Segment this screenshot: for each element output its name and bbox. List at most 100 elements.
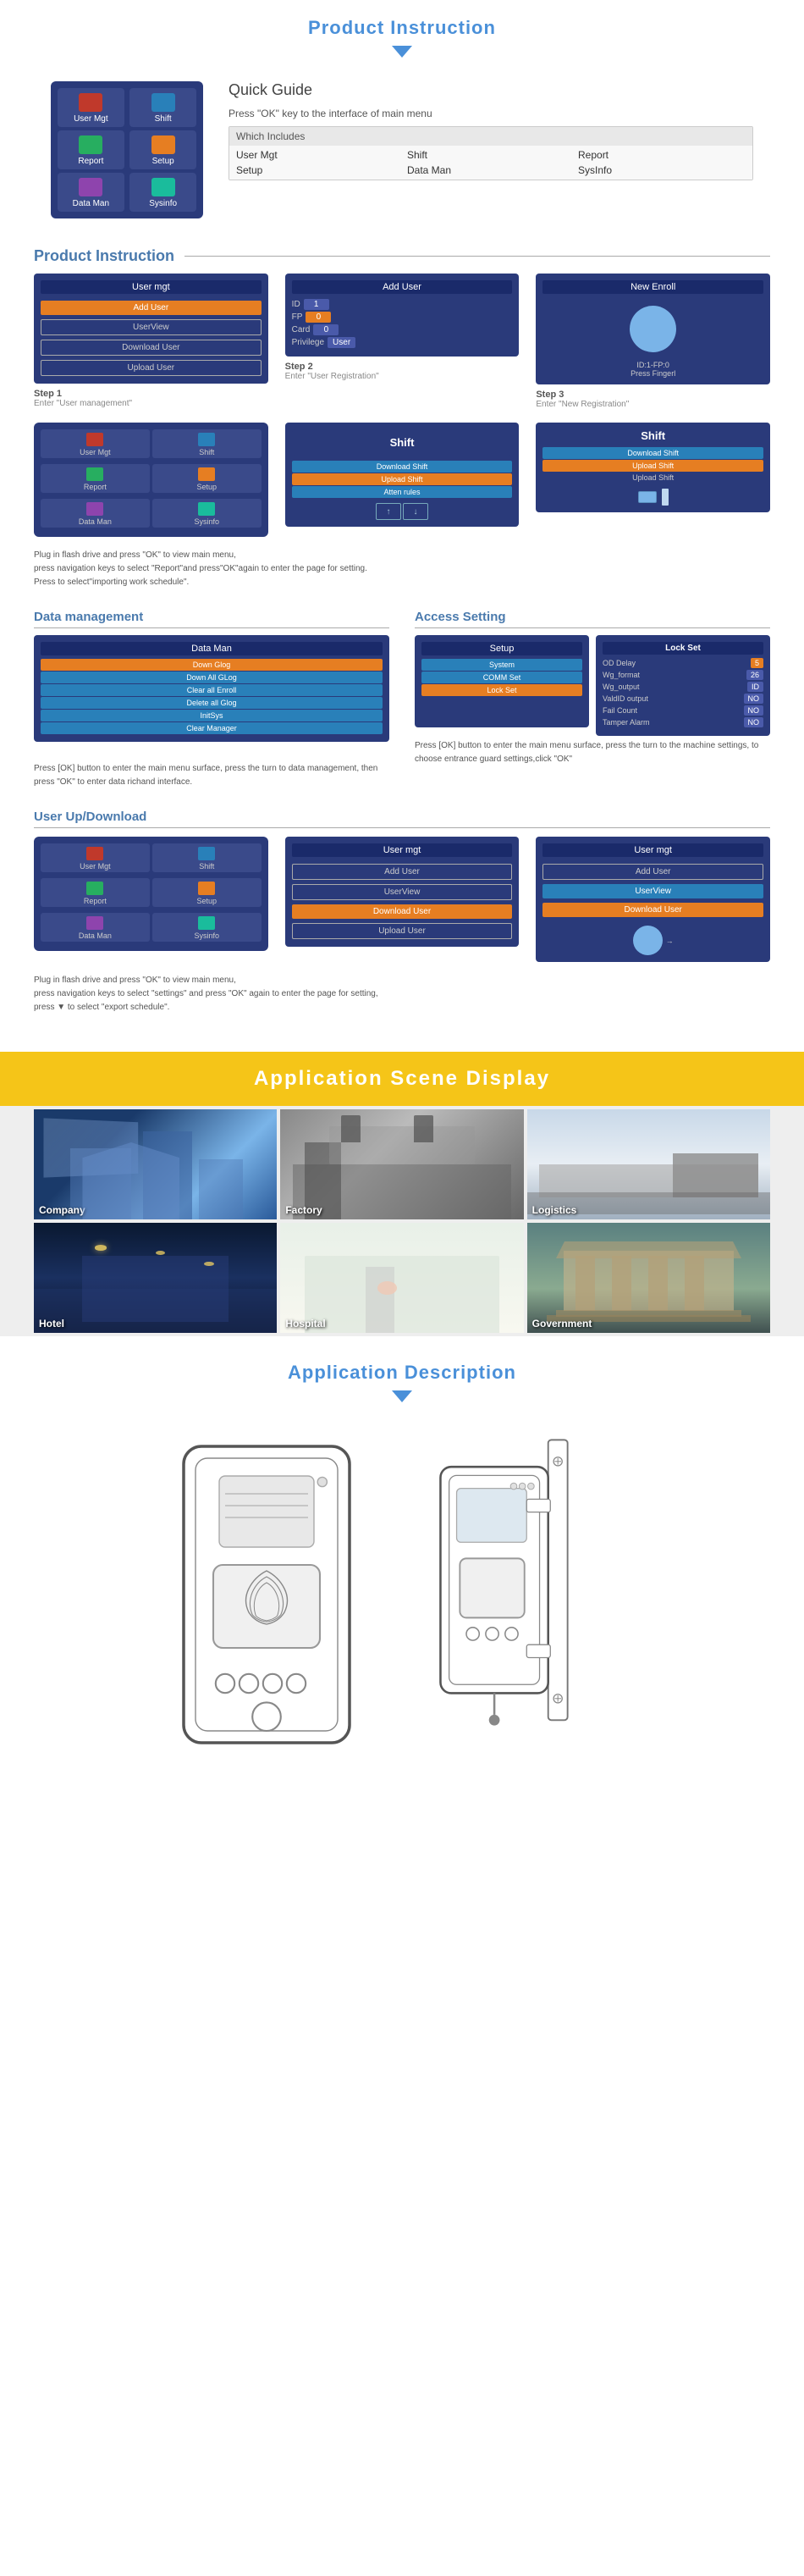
scene-label-hospital: Hospital <box>285 1318 325 1329</box>
field-privilege: Privilege User <box>292 337 513 348</box>
step-1-screen-title: User mgt <box>41 280 262 294</box>
user-menu-sysinfo: Sysinfo <box>152 913 262 942</box>
menu-icon-grid: User Mgt Shift <box>41 429 262 458</box>
shift-screen-1: Shift Download Shift Upload Shift Atten … <box>285 423 520 527</box>
shift-arrows: ↑ ↓ <box>292 503 513 520</box>
field-fp: FP 0 <box>292 312 513 323</box>
access-setting-note: Press [OK] button to enter the main menu… <box>415 736 770 770</box>
bottom-spacer <box>0 1805 804 1838</box>
scene-label-factory: Factory <box>285 1204 322 1216</box>
steps-row-2: User Mgt Shift Report Setup <box>34 423 770 537</box>
user-screens-row: User Mgt Shift Report Setup <box>34 837 770 962</box>
chevron-down-icon-2 <box>392 1390 412 1402</box>
step-3: New Enroll ID:1-FP:0Press Fingerl Step 3… <box>536 274 770 409</box>
device-svg-2 <box>419 1434 656 1736</box>
product-instruction-divider: Product Instruction <box>0 235 804 274</box>
step-3-label: Step 3 <box>536 390 770 400</box>
divider-line-1 <box>184 256 770 257</box>
scene-item-logistics: Logistics <box>527 1109 770 1219</box>
data-management-title: Data management <box>34 610 389 628</box>
lock-set-screen: Lock Set OD Delay 5 Wg_format 26 Wg_outp… <box>596 635 770 736</box>
device-diagrams <box>0 1418 804 1805</box>
step-2-desc: Enter "User Registration" <box>285 372 520 381</box>
step-1-label: Step 1 <box>34 389 268 399</box>
user-menu-usermgt: User Mgt <box>41 843 150 872</box>
scene-grid: Company Factory Logistics Hotel Hospita <box>0 1106 804 1336</box>
quick-guide-desc: Press "OK" key to the interface of main … <box>229 108 753 119</box>
user-menu-grid-2: Report Setup <box>41 878 262 907</box>
device-screenshot-main: User Mgt Shift Report Setup Data Man <box>51 81 203 218</box>
add-user-btn-2: Add User <box>292 864 513 880</box>
product-instruction-title: Product Instruction <box>34 247 174 265</box>
atten-rules-btn: Atten rules <box>292 486 513 498</box>
access-setting-title: Access Setting <box>415 610 770 628</box>
flash-drive-connector <box>662 489 669 506</box>
user-mgt-screen-2: User mgt Add User UserView Download User… <box>536 837 770 962</box>
step-3-screen-title: New Enroll <box>542 280 763 294</box>
step-1: User mgt Add User UserView Download User… <box>34 274 268 409</box>
shift-title-2: Shift <box>542 429 763 442</box>
fp-icon <box>633 926 663 955</box>
setup-screen: Setup System COMM Set Lock Set <box>415 635 589 727</box>
user-mgt-title-2: User mgt <box>542 843 763 857</box>
user-updown-section: User Up/Download User Mgt Shift <box>0 810 804 1035</box>
user-menu-dataman: Data Man <box>41 913 150 942</box>
comm-set-btn: COMM Set <box>421 672 582 683</box>
field-id: ID 1 <box>292 299 513 310</box>
scene-label-company: Company <box>39 1204 85 1216</box>
lock-field-validid: ValdID output NO <box>603 694 763 704</box>
user-menu-setup: Setup <box>152 878 262 907</box>
steps-row-1: User mgt Add User UserView Download User… <box>34 274 770 409</box>
user-main-menu: User Mgt Shift Report Setup <box>34 837 268 962</box>
includes-body: User Mgt Shift Report Setup Data Man Sys… <box>229 146 752 180</box>
scene-item-factory: Factory <box>280 1109 523 1219</box>
lock-field-wg-output: Wg_output ID <box>603 682 763 692</box>
step-4-screen: User Mgt Shift Report Setup <box>34 423 268 537</box>
lock-field-fail-count: Fail Count NO <box>603 705 763 716</box>
step-2-screen: Add User ID 1 FP 0 Card 0 Privilege User <box>285 274 520 357</box>
scene-label-government: Government <box>532 1318 592 1329</box>
setup-screens-row: Setup System COMM Set Lock Set Lock Set … <box>415 635 770 736</box>
download-user-btn: Download User <box>41 340 262 356</box>
upload-shift-btn-1: Upload Shift <box>292 473 513 485</box>
upload-user-btn-2: Upload User <box>292 923 513 939</box>
step-4: User Mgt Shift Report Setup <box>34 423 268 537</box>
device-diagram-1 <box>148 1434 385 1771</box>
step-3-screen: New Enroll ID:1-FP:0Press Fingerl <box>536 274 770 384</box>
down-all-glog-btn: Down All GLog <box>41 672 383 683</box>
data-man-screen-title: Data Man <box>41 642 383 655</box>
menu-sysinfo: Sysinfo <box>152 499 262 528</box>
user-menu-grid-3: Data Man Sysinfo <box>41 913 262 942</box>
initsys-btn: InitSys <box>41 710 383 721</box>
upload-shift-label: Upload Shift <box>542 473 763 482</box>
app-scene-title: Application Scene Display <box>0 1067 804 1091</box>
download-shift-btn-2: Download Shift <box>542 447 763 459</box>
lock-field-tamper: Tamper Alarm NO <box>603 717 763 727</box>
step-1-desc: Enter "User management" <box>34 399 268 408</box>
step-2-screen-title: Add User <box>292 280 513 294</box>
step-6: Shift Download Shift Upload Shift Upload… <box>536 423 770 537</box>
quick-guide-content: Quick Guide Press "OK" key to the interf… <box>229 81 753 218</box>
clear-manager-btn: Clear Manager <box>41 722 383 734</box>
clear-all-enroll-btn: Clear all Enroll <box>41 684 383 696</box>
chevron-down-icon <box>392 46 412 58</box>
scene-item-government: Government <box>527 1223 770 1333</box>
scene-item-hotel: Hotel <box>34 1223 277 1333</box>
step-1-screen: User mgt Add User UserView Download User… <box>34 274 268 384</box>
menu-setup: Setup <box>152 464 262 493</box>
user-menu-shift: Shift <box>152 843 262 872</box>
data-man-screens-row: Data Man Down Glog Down All GLog Clear a… <box>34 635 389 750</box>
data-management-note: Press [OK] button to enter the main menu… <box>34 759 389 793</box>
fingerprint-area: → <box>542 926 763 955</box>
download-user-btn-3: Download User <box>542 903 763 917</box>
upload-shift-btn-2: Upload Shift <box>542 460 763 472</box>
userview-download-label: UserView <box>542 884 763 898</box>
download-shift-btn-1: Download Shift <box>292 461 513 473</box>
access-setting-col: Access Setting Setup System COMM Set Loc… <box>415 610 770 793</box>
data-man-screen: Data Man Down Glog Down All GLog Clear a… <box>34 635 389 742</box>
step-2: Add User ID 1 FP 0 Card 0 Privilege User <box>285 274 520 409</box>
step-3-desc: Enter "New Registration" <box>536 400 770 409</box>
data-management-col: Data management Data Man Down Glog Down … <box>34 610 389 793</box>
lock-field-od-delay: OD Delay 5 <box>603 658 763 668</box>
quick-guide-section: User Mgt Shift Report Setup Data Man <box>0 73 804 235</box>
